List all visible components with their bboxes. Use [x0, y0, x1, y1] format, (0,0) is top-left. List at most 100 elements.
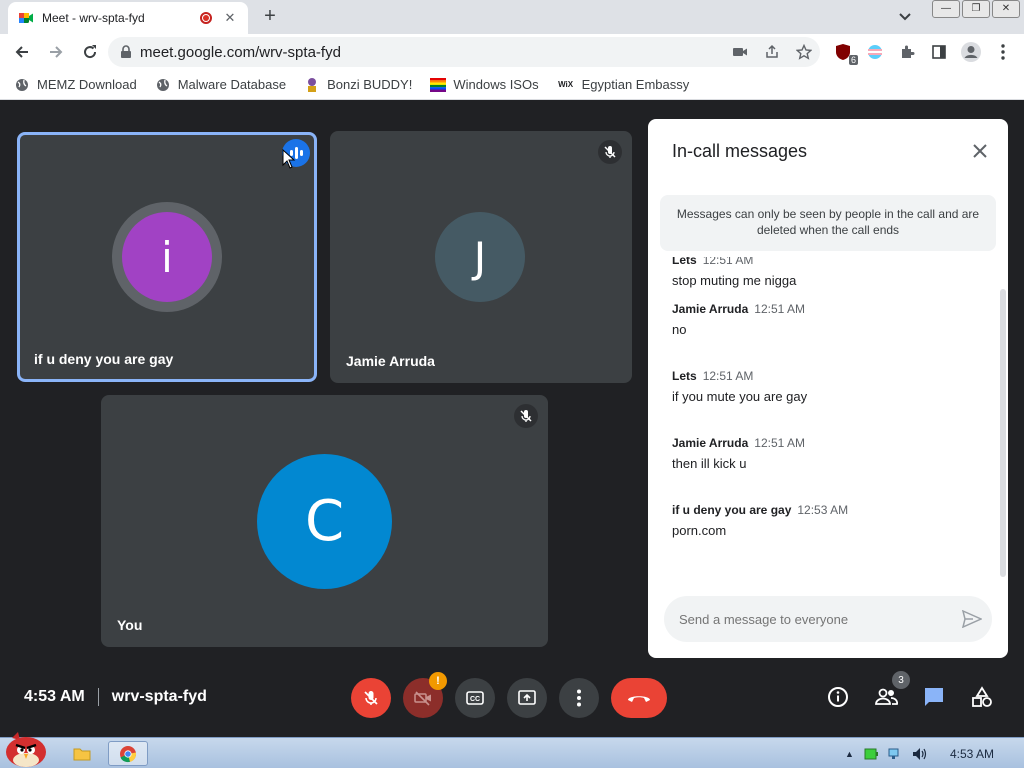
- present-screen-button[interactable]: [507, 678, 547, 718]
- rainbow-flag-icon: [430, 77, 447, 93]
- chrome-icon: [120, 745, 137, 762]
- trans-flag-extension-icon[interactable]: [862, 39, 888, 65]
- bookmark-memz-download[interactable]: MEMZ Download: [14, 77, 137, 93]
- angry-bird-start-icon: [6, 732, 46, 767]
- participant-tile-jamie-arruda[interactable]: J Jamie Arruda: [330, 131, 632, 383]
- chat-message: Jamie Arruda 12:51 AM then ill kick u: [672, 436, 805, 471]
- camera-toggle-button[interactable]: !: [403, 672, 447, 718]
- more-vertical-icon: [577, 689, 581, 707]
- start-button[interactable]: [2, 732, 50, 768]
- address-bar[interactable]: meet.google.com/wrv-spta-fyd: [108, 37, 820, 67]
- extensions-area: 6: [830, 34, 1016, 70]
- forward-button[interactable]: [40, 36, 72, 68]
- mouse-cursor-icon: [282, 149, 296, 169]
- tab-search-chevron-icon[interactable]: [895, 6, 915, 26]
- camera-off-icon: [414, 691, 431, 706]
- bookmark-malware-database[interactable]: Malware Database: [155, 77, 286, 93]
- profile-avatar-icon[interactable]: [958, 39, 984, 65]
- tab-title: Meet - wrv-spta-fyd: [42, 11, 145, 25]
- participant-name: Jamie Arruda: [346, 353, 435, 369]
- people-button[interactable]: 3: [870, 671, 910, 713]
- activities-shapes-icon: [972, 686, 992, 707]
- recording-icon: [200, 12, 212, 24]
- meeting-info: 4:53 AM wrv-spta-fyd: [24, 688, 207, 706]
- svg-text:CC: CC: [470, 696, 480, 703]
- leave-call-button[interactable]: [611, 678, 667, 718]
- menu-kebab-icon[interactable]: [990, 39, 1016, 65]
- tray-expand-icon[interactable]: ▲: [845, 749, 854, 759]
- url-text[interactable]: meet.google.com/wrv-spta-fyd: [140, 44, 724, 61]
- tab-strip: Meet - wrv-spta-fyd ✕ + — ❐ ✕: [0, 0, 1024, 34]
- avatar: C: [257, 454, 392, 589]
- battery-icon[interactable]: [864, 748, 878, 760]
- bookmark-egyptian-embassy[interactable]: WiX Egyptian Embassy: [557, 77, 689, 93]
- windows-taskbar: ▲ 4:53 AM: [0, 732, 1024, 768]
- participant-name: You: [117, 617, 143, 633]
- participant-tile-if-u-deny[interactable]: i if u deny you are gay: [17, 132, 317, 382]
- browser-tab-meet[interactable]: Meet - wrv-spta-fyd ✕: [8, 2, 248, 34]
- chat-message: Lets 12:51 AM if you mute you are gay: [672, 369, 808, 404]
- mic-off-icon: [598, 140, 622, 164]
- minimize-button[interactable]: —: [932, 0, 960, 18]
- in-call-messages-panel: In-call messages Messages can only be se…: [648, 119, 1008, 658]
- reload-icon: [84, 45, 97, 59]
- volume-icon[interactable]: [912, 747, 928, 761]
- send-icon: [962, 610, 982, 628]
- meeting-details-button[interactable]: [822, 681, 854, 713]
- closed-captions-icon: CC: [466, 691, 484, 705]
- lock-icon[interactable]: [120, 45, 132, 59]
- google-meet-icon: [19, 13, 33, 23]
- more-options-button[interactable]: [559, 678, 599, 718]
- share-icon[interactable]: [756, 44, 788, 60]
- ublock-extension-icon[interactable]: 6: [830, 39, 858, 65]
- back-button[interactable]: [6, 36, 38, 68]
- extension-badge: 6: [848, 55, 858, 65]
- participant-name: if u deny you are gay: [34, 351, 174, 367]
- restore-button[interactable]: ❐: [962, 0, 990, 18]
- mic-off-icon: [364, 691, 378, 705]
- present-screen-icon: [518, 690, 536, 705]
- chat-icon: [925, 688, 943, 706]
- send-message-button[interactable]: [952, 610, 992, 628]
- chat-input-box[interactable]: [664, 596, 992, 642]
- close-chat-button[interactable]: [968, 139, 992, 163]
- network-icon[interactable]: [888, 748, 902, 760]
- bookmark-star-icon[interactable]: [788, 44, 820, 60]
- close-window-button[interactable]: ✕: [992, 0, 1020, 18]
- chat-scrollbar[interactable]: [1000, 289, 1006, 577]
- meet-call-area: i if u deny you are gay J Jamie Arruda C…: [0, 101, 1024, 737]
- browser-toolbar: meet.google.com/wrv-spta-fyd 6: [0, 34, 1024, 70]
- taskbar-clock[interactable]: 4:53 AM: [950, 747, 994, 761]
- participant-tile-you[interactable]: C You: [101, 395, 548, 647]
- avatar: J: [435, 212, 525, 302]
- divider: [97, 688, 99, 706]
- folder-icon: [73, 748, 91, 760]
- meeting-clock: 4:53 AM: [24, 688, 85, 705]
- arrow-left-icon: [15, 46, 28, 58]
- mic-toggle-button[interactable]: [351, 678, 391, 718]
- bookmark-bonzi-buddy[interactable]: Bonzi BUDDY!: [304, 77, 412, 93]
- taskbar-chrome-button[interactable]: [108, 741, 148, 766]
- extensions-puzzle-icon[interactable]: [894, 39, 920, 65]
- system-tray: ▲ 4:53 AM: [845, 738, 1024, 768]
- camera-in-use-icon[interactable]: [724, 46, 756, 58]
- bonzi-icon: [304, 77, 320, 93]
- bookmark-windows-isos[interactable]: Windows ISOs: [430, 77, 539, 93]
- globe-icon: [155, 77, 171, 93]
- activities-button[interactable]: [966, 681, 998, 713]
- captions-button[interactable]: CC: [455, 678, 495, 718]
- bookmarks-bar: MEMZ Download Malware Database Bonzi BUD…: [0, 70, 1024, 100]
- quick-launch-explorer[interactable]: [70, 741, 94, 766]
- side-panel-icon[interactable]: [926, 39, 952, 65]
- chat-message-input[interactable]: [679, 611, 952, 627]
- chat-message-list[interactable]: Lets 12:51 AM stop muting me nigga Jamie …: [648, 257, 1000, 587]
- close-tab-icon[interactable]: ✕: [222, 10, 238, 26]
- avatar: i: [122, 212, 212, 302]
- chat-message: Jamie Arruda 12:51 AM no: [672, 302, 805, 337]
- new-tab-button[interactable]: +: [258, 5, 282, 29]
- chat-panel-title: In-call messages: [672, 141, 808, 161]
- info-icon: [828, 687, 848, 707]
- chat-message-partial: Lets 12:51 AM stop muting me nigga: [672, 257, 797, 288]
- chat-button[interactable]: [918, 681, 950, 713]
- reload-button[interactable]: [74, 36, 106, 68]
